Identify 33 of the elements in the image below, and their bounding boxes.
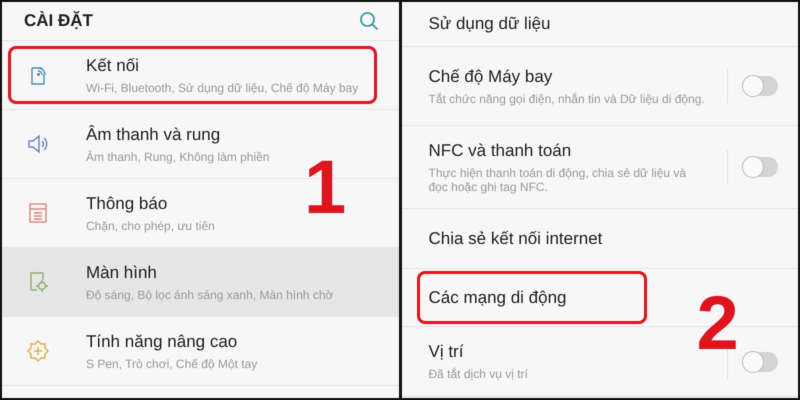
item-title: NFC và thanh toán [428,140,572,160]
settings-item[interactable]: NFC và thanh toán Thực hiện thanh toán di động, chia sẻ dữ liệu và đọc hoặc ghi tag NFC. [402,126,798,209]
item-subtitle: Wi-Fi, Bluetooth, Sử dụng dữ liệu, Chế độ Máy bay [86,80,358,94]
item-subtitle: Âm thanh, Rung, Không làm phiền [86,150,270,164]
item-title: Tính năng nâng cao [86,332,238,352]
item-title: Sử dụng dữ liệu [428,14,552,34]
plus-gear-icon [26,339,50,363]
search-icon[interactable] [358,11,378,31]
toggle-switch[interactable] [742,352,778,372]
item-title: Chia sẻ kết nối internet [428,228,604,248]
item-subtitle: Độ sáng, Bộ lọc ánh sáng xanh, Màn hình chờ [86,288,334,302]
item-subtitle: Đã tắt dịch vụ vị trí [428,367,529,381]
item-title: Âm thanh và rung [86,124,222,144]
settings-item[interactable]: Tính năng nâng cao S Pen, Trò chơi, Chế độ Một tay [2,317,398,386]
item-subtitle: S Pen, Trò chơi, Chế độ Một tay [86,356,258,370]
toggle-switch[interactable] [742,157,778,177]
settings-item[interactable]: Kết nối Wi-Fi, Bluetooth, Sử dụng dữ liệu, Chế độ Máy bay [2,41,398,110]
screen-title: CÀI ĐẶT [24,11,93,31]
item-title: Thông báo [86,194,168,214]
item-title: Kết nối [86,56,140,76]
item-subtitle: Thực hiện thanh toán di động, chia sẻ dữ liệu và đọc hoặc ghi tag NFC. [428,166,688,194]
item-title: Vị trí [428,342,464,362]
speaker-icon [26,132,50,156]
item-title: Màn hình [86,262,158,282]
item-title: Chế độ Máy bay [428,66,554,86]
settings-item[interactable]: Chế độ Máy bay Tắt chức năng gọi điện, nhắn tin và Dữ liệu di động. [402,47,798,126]
item-subtitle: Chặn, cho phép, ưu tiên [86,218,215,232]
settings-item[interactable]: Màn hình Độ sáng, Bộ lọc ánh sáng xanh, Màn hình chờ [2,248,398,317]
item-title: Các mạng di động [428,288,568,308]
toggle-switch[interactable] [742,76,778,96]
settings-item[interactable]: Sử dụng dữ liệu [402,2,798,47]
settings-item[interactable]: Chia sẻ kết nối internet [402,209,798,269]
item-subtitle: Tắt chức năng gọi điện, nhắn tin và Dữ liệu di động. [428,92,706,106]
